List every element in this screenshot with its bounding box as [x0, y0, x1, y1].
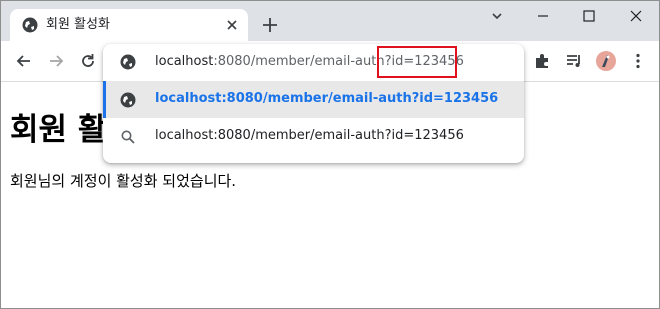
new-tab-icon[interactable]: [260, 15, 280, 35]
page-heading: 회원 활: [10, 112, 107, 148]
more-menu-icon[interactable]: [628, 51, 648, 71]
suggestion-url[interactable]: localhost:8080/member/email-auth?id=1234…: [103, 81, 524, 118]
title-bar: 회원 활성화: [1, 1, 659, 41]
suggestion-search[interactable]: localhost:8080/member/email-auth?id=1234…: [103, 118, 524, 155]
forward-arrow-icon[interactable]: [46, 51, 66, 71]
address-host: localhost: [155, 54, 214, 69]
close-window-button[interactable]: [613, 1, 659, 31]
annotation-highlight-box: [377, 46, 457, 78]
omnibox-dropdown: localhost:8080/member/email-auth?id=1234…: [103, 44, 524, 163]
suggestion-search-text: localhost:8080/member/email-auth?id=1234…: [155, 128, 464, 143]
globe-icon: [120, 54, 136, 70]
minimize-button[interactable]: [520, 1, 566, 31]
suggestion-url-host: localhost:8080/member/email-auth: [155, 91, 412, 106]
globe-icon: [120, 92, 136, 108]
close-icon: [630, 10, 642, 22]
tab-search-button[interactable]: [474, 1, 520, 31]
suggestion-url-text: localhost:8080/member/email-auth?id=1234…: [155, 90, 498, 108]
page-message: 회원님의 계정이 활성화 되었습니다.: [10, 172, 237, 190]
profile-avatar-icon[interactable]: [596, 51, 616, 71]
tab-title: 회원 활성화: [46, 17, 110, 32]
back-arrow-icon[interactable]: [14, 51, 34, 71]
close-icon[interactable]: [224, 17, 240, 33]
chevron-down-icon: [492, 13, 502, 20]
suggestion-url-query: ?id=123456: [411, 91, 499, 106]
minimize-icon: [538, 15, 548, 17]
media-queue-icon[interactable]: [564, 51, 584, 71]
globe-icon: [22, 17, 38, 33]
browser-window: 회원 활성화 회원 활 회원님의 계정이 활성화 되었습니다. localhos…: [0, 0, 660, 309]
browser-tab[interactable]: 회원 활성화: [10, 9, 248, 41]
maximize-button[interactable]: [566, 1, 612, 31]
maximize-icon: [583, 10, 595, 22]
search-icon: [121, 130, 135, 144]
address-input[interactable]: localhost:8080/member/email-auth?id=1234…: [103, 44, 524, 80]
reload-icon[interactable]: [78, 51, 98, 71]
extensions-icon[interactable]: [532, 51, 552, 71]
